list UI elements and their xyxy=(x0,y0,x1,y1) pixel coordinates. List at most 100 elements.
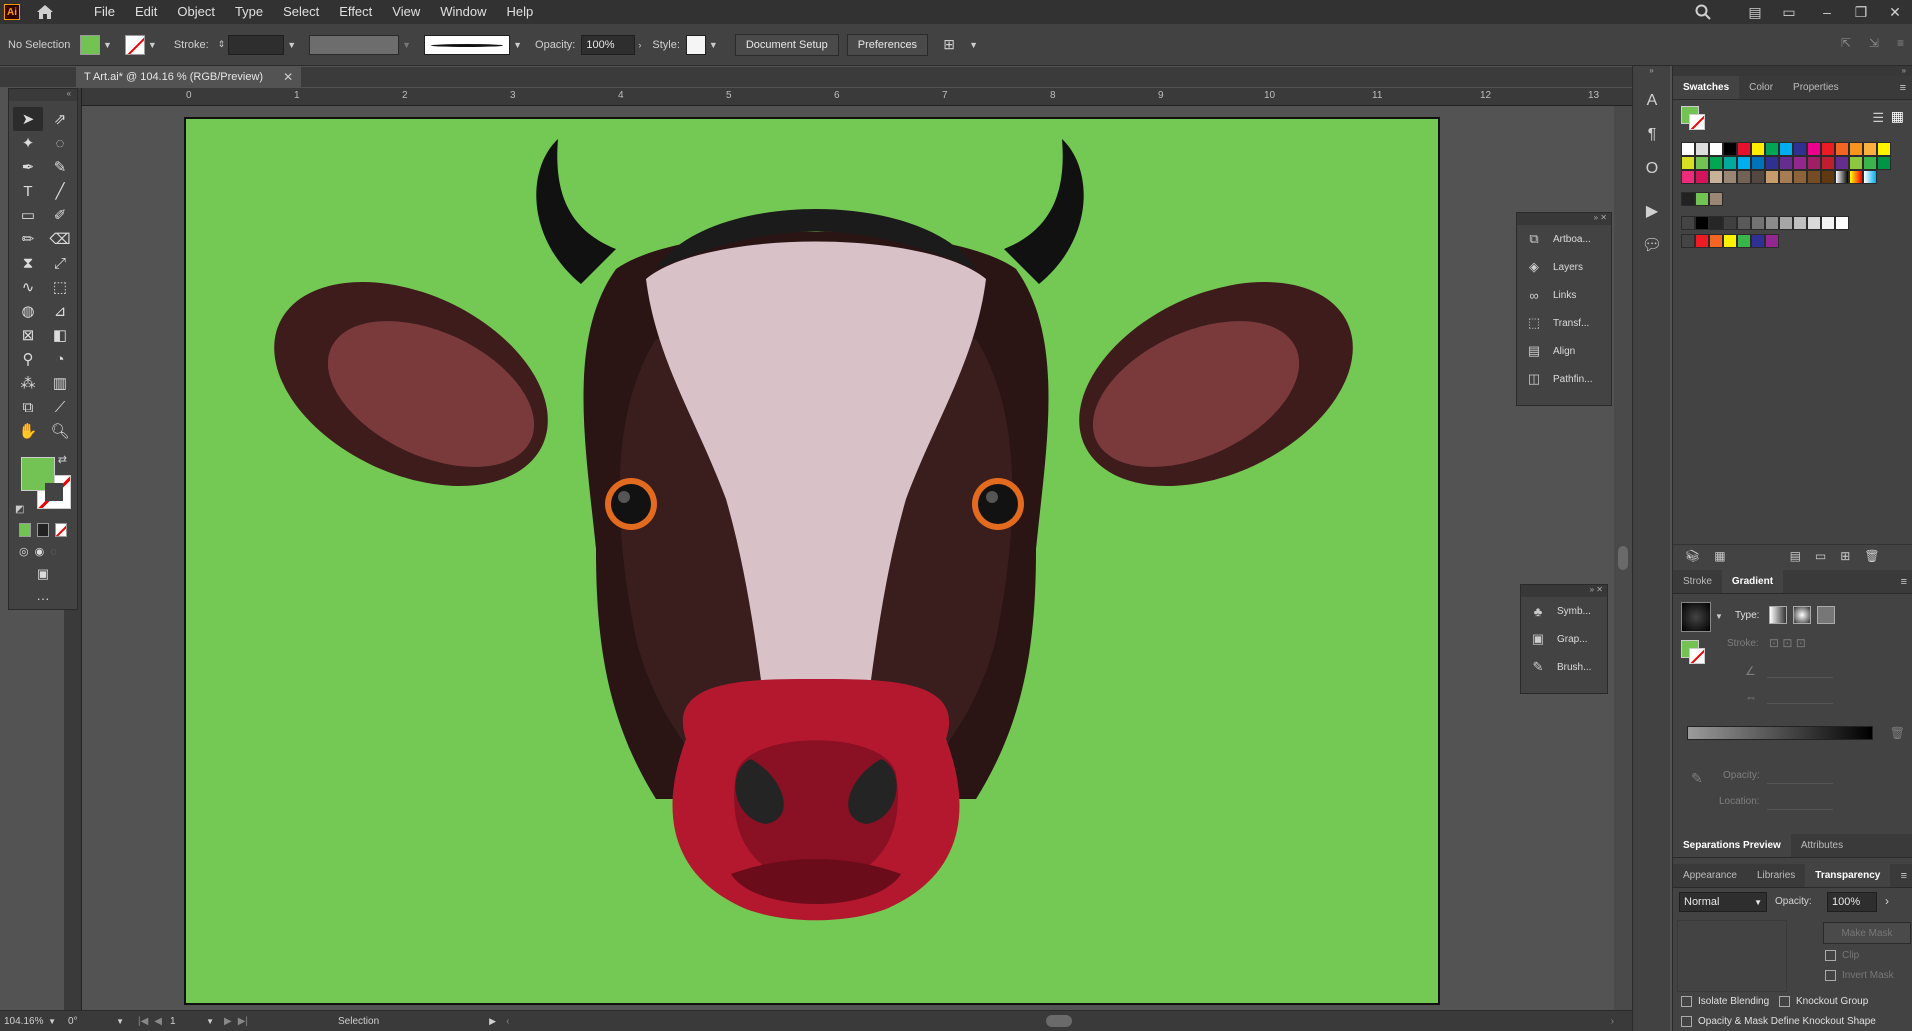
swap-fill-stroke-icon[interactable]: ⇄ xyxy=(58,453,67,466)
new-color-group-icon[interactable]: ▭ xyxy=(1815,549,1826,563)
panel-item-artboards[interactable]: ⧉ Artboa... xyxy=(1517,225,1611,253)
vertical-scrollbar[interactable] xyxy=(1614,106,1632,1010)
chevron-down-icon[interactable]: ▼ xyxy=(148,40,157,50)
fill-color-swatch[interactable] xyxy=(80,34,100,55)
tab-swatches[interactable]: Swatches xyxy=(1673,76,1740,99)
gradient-tool-icon[interactable]: ◧ xyxy=(45,323,75,347)
swatch[interactable] xyxy=(1807,142,1821,156)
swatch[interactable] xyxy=(1779,170,1793,184)
swatch-folder[interactable] xyxy=(1681,234,1695,248)
swatch[interactable] xyxy=(1779,156,1793,170)
swatch-options-icon[interactable]: ▤ xyxy=(1790,549,1801,563)
swatch[interactable] xyxy=(1863,142,1877,156)
panel-menu-icon[interactable]: ≡ xyxy=(1901,870,1907,882)
swatch[interactable] xyxy=(1835,142,1849,156)
swatch[interactable] xyxy=(1807,216,1821,230)
previous-artboard-icon[interactable]: ◀ xyxy=(154,1016,162,1027)
panel-item-symbols[interactable]: ♣ Symb... xyxy=(1521,597,1607,625)
chevron-down-icon[interactable]: ▼ xyxy=(287,40,296,50)
panel-item-align[interactable]: ▤ Align xyxy=(1517,337,1611,365)
expand-icon[interactable]: » xyxy=(1633,66,1670,76)
swatch[interactable] xyxy=(1751,156,1765,170)
panel-item-links[interactable]: ∞ Links xyxy=(1517,281,1611,309)
stroke-type-icons[interactable]: ⊡ ⊡ ⊡ xyxy=(1769,636,1806,650)
tab-transparency[interactable]: Transparency xyxy=(1805,864,1891,887)
swatch[interactable] xyxy=(1695,156,1709,170)
swatch[interactable] xyxy=(1737,156,1751,170)
panel-collapse-icon[interactable]: » ✕ xyxy=(1521,585,1607,597)
swatch[interactable] xyxy=(1723,156,1737,170)
scroll-left-icon[interactable]: ‹ xyxy=(506,1016,509,1027)
swatch[interactable] xyxy=(1793,170,1807,184)
pen-tool-icon[interactable]: ✒ xyxy=(13,155,43,179)
horizontal-scroll-thumb[interactable] xyxy=(1046,1015,1072,1027)
tab-properties[interactable]: Properties xyxy=(1783,76,1849,99)
swatch[interactable] xyxy=(1793,216,1807,230)
warp-tool-icon[interactable]: ∿ xyxy=(13,275,43,299)
chevron-down-icon[interactable]: ▼ xyxy=(513,40,522,50)
mesh-tool-icon[interactable]: ⊠ xyxy=(13,323,43,347)
stroke-weight-field[interactable] xyxy=(228,34,285,55)
swatch[interactable] xyxy=(1835,156,1849,170)
swatch-folder[interactable] xyxy=(1681,216,1695,230)
pencil-tool-icon[interactable]: ✏ xyxy=(13,227,43,251)
panel-item-layers[interactable]: ◈ Layers xyxy=(1517,253,1611,281)
artboard-select[interactable]: 1 ▼ xyxy=(166,1013,218,1029)
blend-tool-icon[interactable]: ◔ xyxy=(45,347,75,371)
next-artboard-icon[interactable]: ▶ xyxy=(224,1016,232,1027)
status-menu-icon[interactable]: ▶ xyxy=(489,1016,496,1027)
swatch[interactable] xyxy=(1709,142,1723,156)
swatch[interactable] xyxy=(1849,156,1863,170)
draw-normal-icon[interactable]: ◎ xyxy=(19,545,29,558)
chevron-down-icon[interactable]: ▼ xyxy=(709,40,718,50)
swatch[interactable] xyxy=(1695,234,1709,248)
swatch[interactable] xyxy=(1793,142,1807,156)
show-kinds-icon[interactable]: ▦ xyxy=(1714,549,1725,563)
make-mask-button[interactable]: Make Mask xyxy=(1823,922,1911,944)
swatch[interactable] xyxy=(1709,234,1723,248)
swatch[interactable] xyxy=(1751,142,1765,156)
swatch[interactable] xyxy=(1877,156,1891,170)
swatch-stroke-indicator[interactable] xyxy=(1689,114,1705,130)
panel-menu-icon[interactable]: ≡ xyxy=(1901,576,1907,588)
swatch[interactable] xyxy=(1793,156,1807,170)
direct-selection-tool-icon[interactable]: ⇗ xyxy=(45,107,75,131)
brush-definition[interactable] xyxy=(424,34,511,55)
stroke-stepper-icon[interactable]: ⇕ xyxy=(218,39,226,50)
swatch[interactable] xyxy=(1709,170,1723,184)
gradient-mode-icon[interactable] xyxy=(37,523,49,537)
home-icon[interactable] xyxy=(34,3,56,21)
swatch[interactable] xyxy=(1751,216,1765,230)
color-mode-icon[interactable] xyxy=(19,523,31,537)
delete-swatch-icon[interactable]: 🗑︎ xyxy=(1864,549,1879,563)
swatch[interactable] xyxy=(1723,216,1737,230)
shape-builder-tool-icon[interactable]: ◍ xyxy=(13,299,43,323)
arrange-icon[interactable]: ⊞ xyxy=(938,36,960,54)
free-transform-tool-icon[interactable]: ⬚ xyxy=(45,275,75,299)
swatch[interactable] xyxy=(1821,142,1835,156)
swatch[interactable] xyxy=(1765,234,1779,248)
artboard-tool-icon[interactable]: ⧉ xyxy=(13,395,43,419)
panel-menu-icon[interactable]: ≡ xyxy=(1900,82,1906,94)
transform-icon[interactable]: ⇲ xyxy=(1869,36,1879,50)
swatch[interactable] xyxy=(1723,170,1737,184)
panel-menu-icon[interactable]: ≡ xyxy=(1897,36,1904,50)
rotation-select[interactable]: 0° ▼ xyxy=(64,1013,128,1029)
chevron-down-icon[interactable]: ▼ xyxy=(103,40,112,50)
line-tool-icon[interactable]: ╱ xyxy=(45,179,75,203)
swatch[interactable] xyxy=(1695,170,1709,184)
chevron-down-icon[interactable]: ▼ xyxy=(969,40,978,50)
scroll-right-icon[interactable]: › xyxy=(1611,1016,1614,1027)
swatch[interactable] xyxy=(1807,156,1821,170)
swatch[interactable] xyxy=(1835,170,1849,184)
delete-stop-icon[interactable]: 🗑︎ xyxy=(1890,726,1905,740)
swatch[interactable] xyxy=(1751,234,1765,248)
swatch-libraries-icon[interactable]: 📚︎ xyxy=(1685,549,1700,563)
menu-edit[interactable]: Edit xyxy=(125,0,167,24)
screen-mode-icon[interactable]: ▣ xyxy=(9,562,77,586)
swatch[interactable] xyxy=(1681,192,1695,206)
menu-select[interactable]: Select xyxy=(273,0,329,24)
transparency-opacity-field[interactable]: 100% xyxy=(1827,892,1877,912)
freeform-gradient-icon[interactable] xyxy=(1817,606,1835,624)
document-setup-button[interactable]: Document Setup xyxy=(734,33,839,56)
